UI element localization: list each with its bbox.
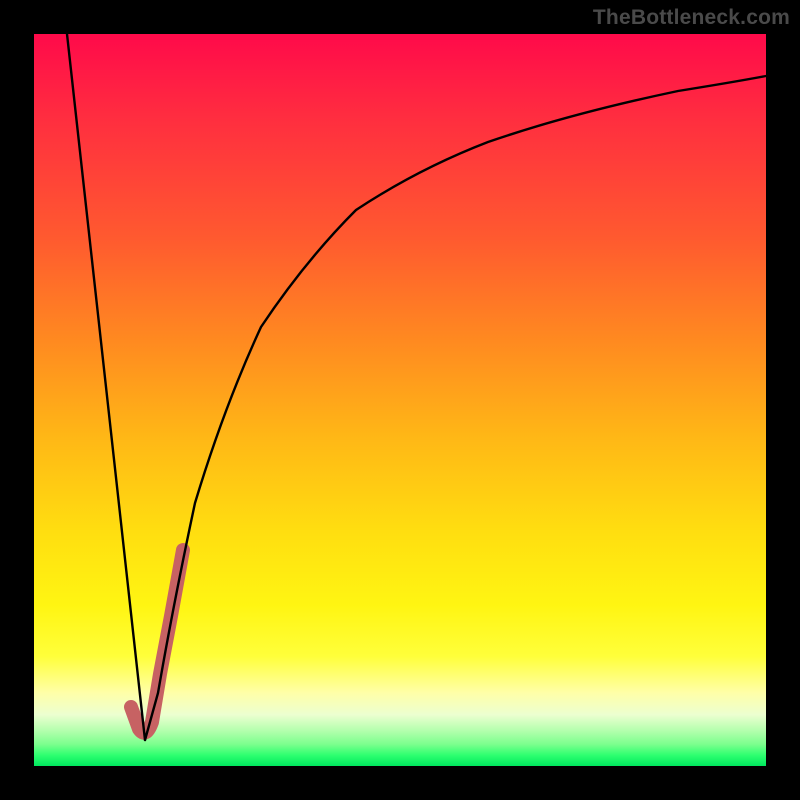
watermark-text: TheBottleneck.com: [593, 6, 790, 30]
chart-svg: [34, 34, 766, 766]
chart-frame: TheBottleneck.com: [0, 0, 800, 800]
highlight-valley-segment: [131, 550, 183, 733]
left-steep-line: [67, 34, 145, 740]
plot-area: [34, 34, 766, 766]
right-log-curve: [145, 76, 766, 740]
